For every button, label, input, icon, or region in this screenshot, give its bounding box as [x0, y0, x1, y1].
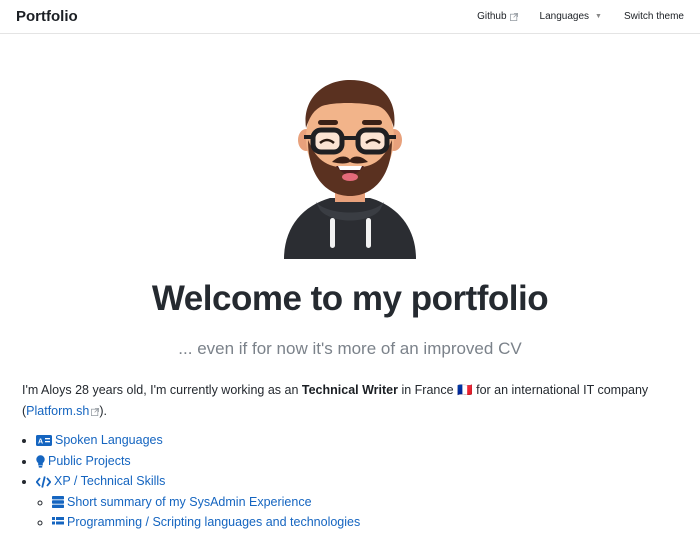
- list-icon: [52, 516, 64, 525]
- platform-sh-link[interactable]: Platform.sh: [26, 404, 100, 418]
- intro-text-4: ).: [99, 404, 108, 418]
- page-title: Welcome to my portfolio: [151, 279, 549, 318]
- sysadmin-summary-link[interactable]: Short summary of my SysAdmin Experience: [52, 495, 312, 509]
- intro-role: Technical Writer: [301, 383, 398, 397]
- languages-tools-label: Programming / Scripting languages and te…: [67, 515, 361, 529]
- xp-technical-skills-label: XP / Technical Skills: [54, 474, 166, 488]
- switch-theme-button[interactable]: Switch theme: [624, 11, 684, 22]
- public-projects-label: Public Projects: [48, 453, 131, 468]
- xp-technical-skills-link[interactable]: XP / Technical Skills: [36, 474, 165, 488]
- github-link[interactable]: Github: [477, 11, 518, 22]
- intro-text-2: in France: [397, 383, 458, 397]
- hero: [0, 78, 700, 259]
- languages-tools-link[interactable]: Programming / Scripting languages and te…: [52, 515, 360, 529]
- brand-title[interactable]: Portfolio: [16, 8, 78, 25]
- spoken-languages-label: Spoken Languages: [55, 433, 163, 447]
- lightbulb-icon: [36, 455, 45, 468]
- svg-text:A: A: [38, 439, 43, 446]
- public-projects-link[interactable]: Public Projects: [36, 454, 131, 468]
- platform-sh-label: Platform.sh: [26, 404, 90, 418]
- page-subtitle: ... even if for now it's more of an impr…: [178, 339, 522, 358]
- sysadmin-summary-label: Short summary of my SysAdmin Experience: [67, 494, 312, 509]
- sections-list: A Spoken Languages Public Projects XP / …: [0, 430, 700, 533]
- france-flag-icon: 🇫🇷: [457, 383, 473, 397]
- switch-theme-label: Switch theme: [623, 11, 684, 22]
- list-item: XP / Technical Skills Short summary of m…: [36, 471, 700, 533]
- caret-down-icon: ▼: [595, 13, 602, 20]
- languages-label: Languages: [539, 11, 590, 22]
- intro-paragraph: I'm Aloys 28 years old, I'm currently wo…: [22, 380, 678, 422]
- code-icon: [36, 475, 51, 488]
- list-item: Short summary of my SysAdmin Experience: [52, 492, 700, 513]
- list-item: Public Projects: [36, 451, 700, 472]
- list-item: A Spoken Languages: [36, 430, 700, 451]
- language-icon: A: [36, 435, 52, 447]
- bearded-man-avatar-icon: [284, 80, 416, 259]
- github-label: Github: [477, 11, 507, 22]
- languages-dropdown[interactable]: Languages ▼: [540, 11, 602, 22]
- list-item: Programming / Scripting languages and te…: [52, 512, 700, 533]
- intro-text-1: I'm Aloys 28 years old, I'm currently wo…: [22, 383, 302, 397]
- spoken-languages-link[interactable]: A Spoken Languages: [36, 433, 163, 447]
- xp-sublist: Short summary of my SysAdmin Experience …: [36, 492, 700, 533]
- external-link-icon: [509, 12, 518, 21]
- navbar: Portfolio Github Languages ▼ Switch them…: [0, 0, 700, 34]
- nav-links: Github Languages ▼ Switch theme: [455, 11, 684, 22]
- server-icon: [52, 496, 64, 509]
